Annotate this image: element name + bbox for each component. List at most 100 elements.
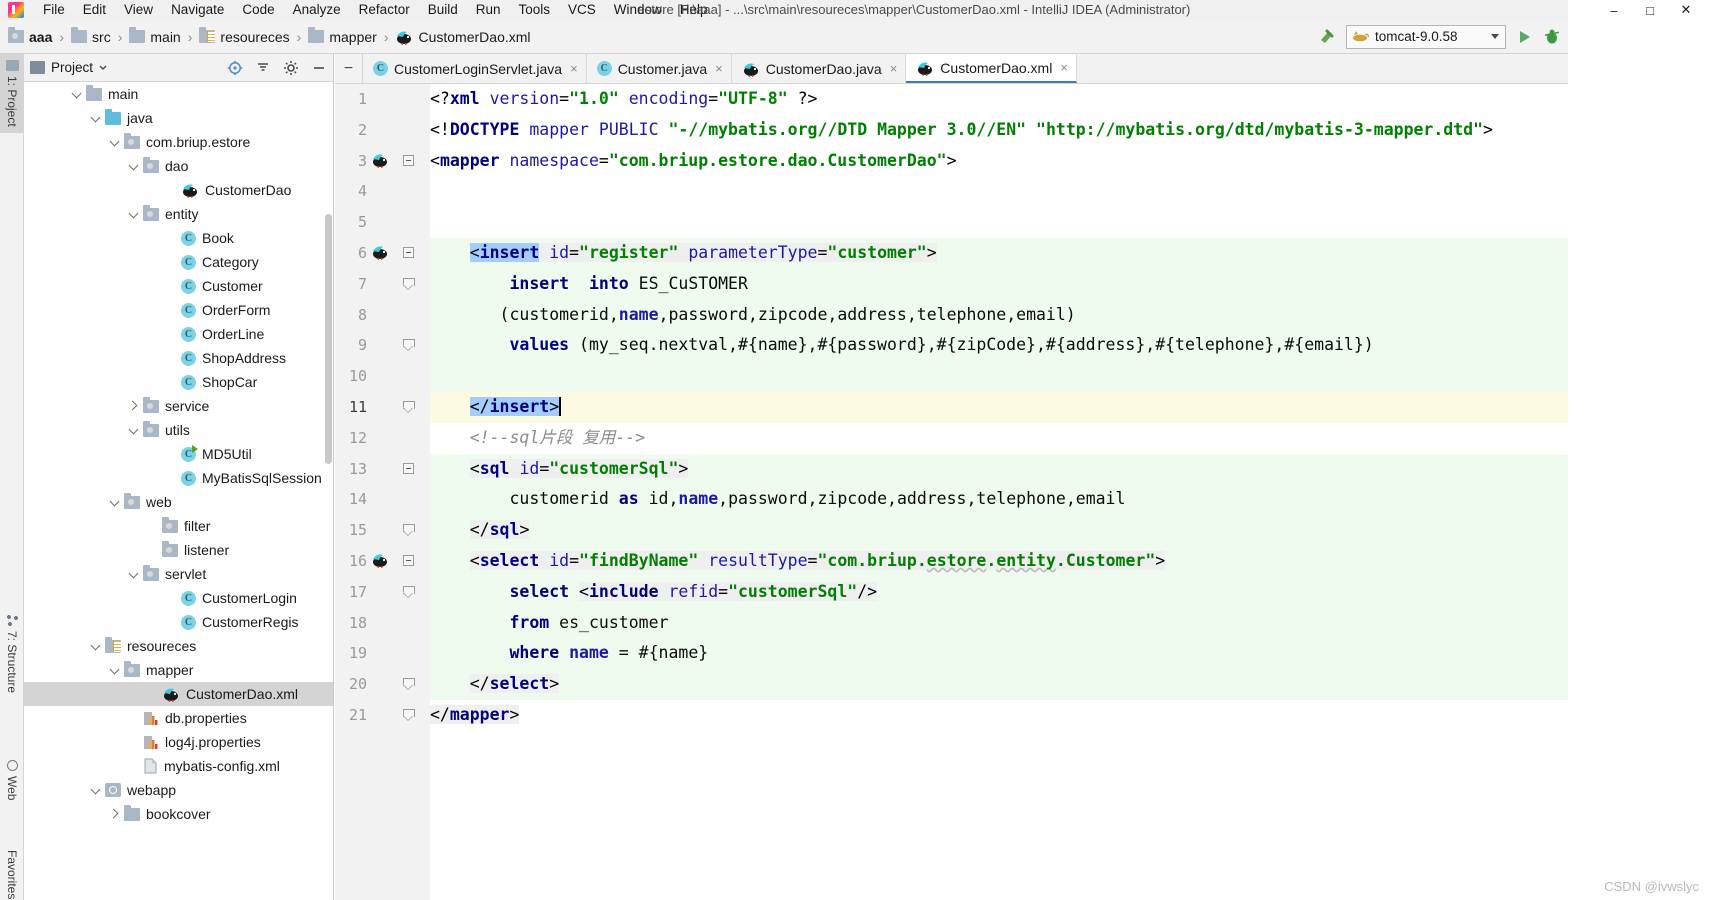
- menu-help[interactable]: Help: [671, 0, 717, 20]
- close-icon[interactable]: ×: [1060, 60, 1068, 75]
- collapse-arrow-icon[interactable]: [108, 807, 122, 821]
- menu-refactor[interactable]: Refactor: [350, 0, 419, 20]
- code-line[interactable]: 12 <!--sql片段 复用-->: [335, 423, 1709, 454]
- tree-item-log4j-properties[interactable]: log4j.properties: [24, 730, 333, 754]
- expand-arrow-icon[interactable]: [127, 159, 141, 173]
- code-line[interactable]: 7 insert into ES_CuSTOMER: [335, 268, 1709, 300]
- tree-item-dao[interactable]: dao: [24, 154, 333, 178]
- maximize-button[interactable]: □: [1634, 0, 1666, 20]
- code-line[interactable]: 9 values (my_seq.nextval,#{name},#{passw…: [335, 330, 1709, 362]
- fold-collapse-icon[interactable]: [403, 154, 414, 166]
- tool-button-structure[interactable]: 7: Structure: [0, 609, 24, 699]
- menu-navigate[interactable]: Navigate: [162, 0, 233, 20]
- tree-item-mapper[interactable]: mapper: [24, 658, 333, 682]
- fold-end-icon[interactable]: [403, 708, 415, 720]
- expand-arrow-icon[interactable]: [127, 207, 141, 221]
- tree-item-category[interactable]: C Category: [24, 250, 333, 274]
- expand-arrow-icon[interactable]: [108, 135, 122, 149]
- code-line[interactable]: 16 <select id="findByName" resultType="c…: [335, 545, 1709, 577]
- code-line[interactable]: 3 <mapper namespace="com.briup.estore.dao…: [335, 146, 1709, 177]
- tool-button-project[interactable]: 1: Project: [0, 54, 24, 133]
- tab-customerdao-java[interactable]: CustomerDao.java ×: [731, 54, 907, 83]
- editor-body[interactable]: 1 <?xml version="1.0" encoding="UTF-8" ?>…: [335, 84, 1709, 900]
- tree-item-resoureces[interactable]: resoureces: [24, 634, 333, 658]
- tree-item-shopaddress[interactable]: C ShopAddress: [24, 346, 333, 370]
- expand-arrow-icon[interactable]: [108, 663, 122, 677]
- code-surface[interactable]: 1 <?xml version="1.0" encoding="UTF-8" ?>…: [335, 84, 1709, 900]
- fold-end-icon[interactable]: [403, 678, 415, 689]
- collapse-tabs-button[interactable]: −: [335, 54, 363, 83]
- target-icon[interactable]: [227, 60, 243, 76]
- collapse-all-icon[interactable]: [255, 60, 271, 76]
- chevron-down-icon[interactable]: [98, 59, 108, 77]
- tree-item-customer[interactable]: C Customer: [24, 274, 333, 298]
- tool-button-favorites[interactable]: Favorites: [0, 844, 24, 900]
- code-line[interactable]: 14 customerid as id,name,password,zipcod…: [335, 484, 1709, 516]
- tree-item-customerdao-xml[interactable]: CustomerDao.xml: [24, 682, 333, 706]
- mybatis-gutter-icon[interactable]: [371, 244, 391, 262]
- tree-item-customerlogin[interactable]: C CustomerLogin: [24, 586, 333, 610]
- fold-end-icon[interactable]: [403, 277, 415, 289]
- menu-tools[interactable]: Tools: [510, 0, 560, 20]
- expand-arrow-icon[interactable]: [127, 567, 141, 581]
- code-line[interactable]: 1 <?xml version="1.0" encoding="UTF-8" ?>: [335, 84, 1709, 115]
- minimize-button[interactable]: –: [1598, 0, 1630, 20]
- breadcrumb-item-src[interactable]: src: [71, 27, 111, 45]
- tree-item-bookcover[interactable]: bookcover: [24, 802, 333, 826]
- tree-item-java[interactable]: java: [24, 106, 333, 130]
- tree-item-md5util[interactable]: C MD5Util: [24, 442, 333, 466]
- run-icon[interactable]: [1514, 27, 1534, 47]
- fold-end-icon[interactable]: [403, 585, 415, 597]
- tree-item-mybatis-config-xml[interactable]: mybatis-config.xml: [24, 754, 333, 778]
- tree-item-customerdao[interactable]: CustomerDao: [24, 178, 333, 202]
- fold-collapse-icon[interactable]: [403, 462, 414, 474]
- menu-build[interactable]: Build: [419, 0, 467, 20]
- menu-edit[interactable]: Edit: [74, 0, 115, 20]
- fold-collapse-icon[interactable]: [403, 246, 414, 258]
- tree-item-orderform[interactable]: C OrderForm: [24, 298, 333, 322]
- tree-item-webapp[interactable]: webapp: [24, 778, 333, 802]
- close-icon[interactable]: ×: [890, 61, 898, 76]
- scrollbar-thumb[interactable]: [325, 214, 332, 464]
- menu-vcs[interactable]: VCS: [559, 0, 605, 20]
- code-line[interactable]: 15 </sql>: [335, 515, 1709, 546]
- breadcrumb-item-resoureces[interactable]: resoureces: [199, 27, 290, 45]
- expand-arrow-icon[interactable]: [108, 495, 122, 509]
- breadcrumb-item-customerdao-xml[interactable]: CustomerDao.xml: [395, 29, 531, 45]
- menu-file[interactable]: File: [34, 0, 74, 20]
- chevron-down-icon[interactable]: [1491, 34, 1499, 39]
- fold-end-icon[interactable]: [403, 339, 415, 350]
- hammer-icon[interactable]: [1316, 26, 1338, 48]
- fold-end-icon[interactable]: [403, 524, 415, 535]
- code-line[interactable]: 20 </select>: [335, 669, 1709, 700]
- breadcrumb-item-mapper[interactable]: mapper: [308, 27, 377, 45]
- tool-button-web[interactable]: Web: [0, 754, 24, 806]
- menu-window[interactable]: Window: [605, 0, 671, 20]
- expand-arrow-icon[interactable]: [127, 423, 141, 437]
- tree-item-db-properties[interactable]: db.properties: [24, 706, 333, 730]
- expand-arrow-icon[interactable]: [70, 87, 84, 101]
- tab-customer-java[interactable]: C Customer.java ×: [586, 54, 732, 83]
- tree-item-servlet[interactable]: servlet: [24, 562, 333, 586]
- expand-arrow-icon[interactable]: [89, 783, 103, 797]
- tree-item-com-briup-estore[interactable]: com.briup.estore: [24, 130, 333, 154]
- close-button[interactable]: ✕: [1670, 0, 1702, 20]
- tree-item-shopcar[interactable]: C ShopCar: [24, 370, 333, 394]
- tree-item-mybatissqlsession[interactable]: C MyBatisSqlSession: [24, 466, 333, 490]
- settings-gear-icon[interactable]: [283, 60, 299, 76]
- breadcrumb-item-aaa[interactable]: aaa: [8, 27, 52, 45]
- project-panel-scrollbar[interactable]: [323, 54, 333, 900]
- tree-item-web[interactable]: web: [24, 490, 333, 514]
- tab-customerloginservlet-java[interactable]: C CustomerLoginServlet.java ×: [363, 54, 587, 83]
- tree-item-orderline[interactable]: C OrderLine: [24, 322, 333, 346]
- expand-arrow-icon[interactable]: [89, 639, 103, 653]
- debug-icon[interactable]: [1542, 27, 1562, 47]
- breadcrumb[interactable]: aaa › src › main › resoureces › mapper ›…: [0, 27, 531, 45]
- mybatis-gutter-icon[interactable]: [371, 552, 391, 570]
- code-line[interactable]: 2 <!DOCTYPE mapper PUBLIC "-//mybatis.org…: [335, 115, 1709, 146]
- menu-analyze[interactable]: Analyze: [284, 0, 350, 20]
- tree-item-filter[interactable]: filter: [24, 514, 333, 538]
- collapse-arrow-icon[interactable]: [127, 399, 141, 413]
- menu-run[interactable]: Run: [467, 0, 510, 20]
- code-line[interactable]: 10: [335, 361, 1709, 392]
